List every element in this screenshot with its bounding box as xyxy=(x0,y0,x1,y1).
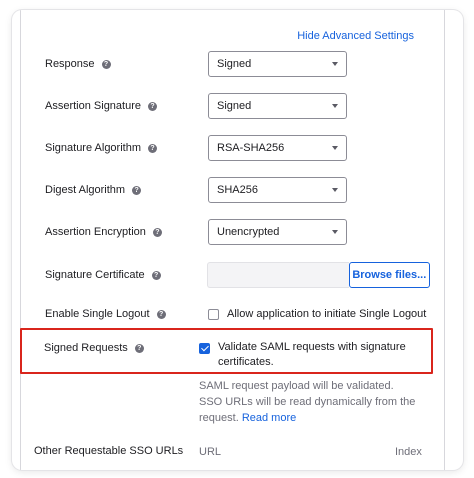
help-icon[interactable]: ? xyxy=(132,185,142,195)
signature-algorithm-label: Signature Algorithm ? xyxy=(45,142,208,154)
signed-requests-highlight-box xyxy=(20,328,433,374)
assertion-encryption-select[interactable]: Unencrypted xyxy=(208,219,347,245)
url-column-header: URL xyxy=(199,446,222,458)
digest-algorithm-select[interactable]: SHA256 xyxy=(208,177,347,203)
single-logout-checkbox[interactable] xyxy=(208,308,219,320)
chevron-down-icon xyxy=(332,62,338,66)
digest-algorithm-row: Digest Algorithm ? SHA256 xyxy=(45,177,430,203)
signature-certificate-label: Signature Certificate ? xyxy=(45,269,207,281)
assertion-signature-row: Assertion Signature ? Signed xyxy=(45,93,430,119)
response-select[interactable]: Signed xyxy=(208,51,347,77)
chevron-down-icon xyxy=(332,146,338,150)
assertion-signature-select[interactable]: Signed xyxy=(208,93,347,119)
settings-window: Hide Advanced Settings Response ? Signed… xyxy=(12,10,463,470)
assertion-signature-label: Assertion Signature ? xyxy=(45,100,208,112)
read-more-link[interactable]: Read more xyxy=(242,412,296,424)
index-column-header: Index xyxy=(395,446,422,458)
sso-urls-row: Other Requestable SSO URLs xyxy=(34,438,449,464)
digest-algorithm-label: Digest Algorithm ? xyxy=(45,184,208,196)
chevron-down-icon xyxy=(332,104,338,108)
help-icon[interactable]: ? xyxy=(156,309,166,319)
single-logout-checkbox-label[interactable]: Allow application to initiate Single Log… xyxy=(227,307,426,322)
single-logout-label: Enable Single Logout ? xyxy=(45,308,208,320)
browse-files-button[interactable]: Browse files... xyxy=(348,262,430,288)
assertion-encryption-label: Assertion Encryption ? xyxy=(45,226,208,238)
signature-certificate-row: Signature Certificate ? Browse files... xyxy=(45,262,430,288)
certificate-file-field[interactable] xyxy=(206,262,349,288)
signed-requests-help-text: SAML request payload will be validated. … xyxy=(199,380,416,424)
assertion-encryption-row: Assertion Encryption ? Unencrypted xyxy=(45,219,430,245)
signature-algorithm-select[interactable]: RSA-SHA256 xyxy=(208,135,347,161)
signature-algorithm-row: Signature Algorithm ? RSA-SHA256 xyxy=(45,135,430,161)
chevron-down-icon xyxy=(332,188,338,192)
help-icon[interactable]: ? xyxy=(152,227,162,237)
help-icon[interactable]: ? xyxy=(148,143,157,153)
help-icon[interactable]: ? xyxy=(148,101,157,111)
response-label: Response ? xyxy=(45,58,208,70)
single-logout-row: Enable Single Logout ? Allow application… xyxy=(45,301,430,327)
hide-advanced-settings-link[interactable]: Hide Advanced Settings xyxy=(297,30,414,42)
sso-urls-label: Other Requestable SSO URLs xyxy=(34,445,184,457)
help-icon[interactable]: ? xyxy=(101,59,111,69)
help-icon[interactable]: ? xyxy=(151,270,161,280)
response-row: Response ? Signed xyxy=(45,51,430,77)
chevron-down-icon xyxy=(332,230,338,234)
